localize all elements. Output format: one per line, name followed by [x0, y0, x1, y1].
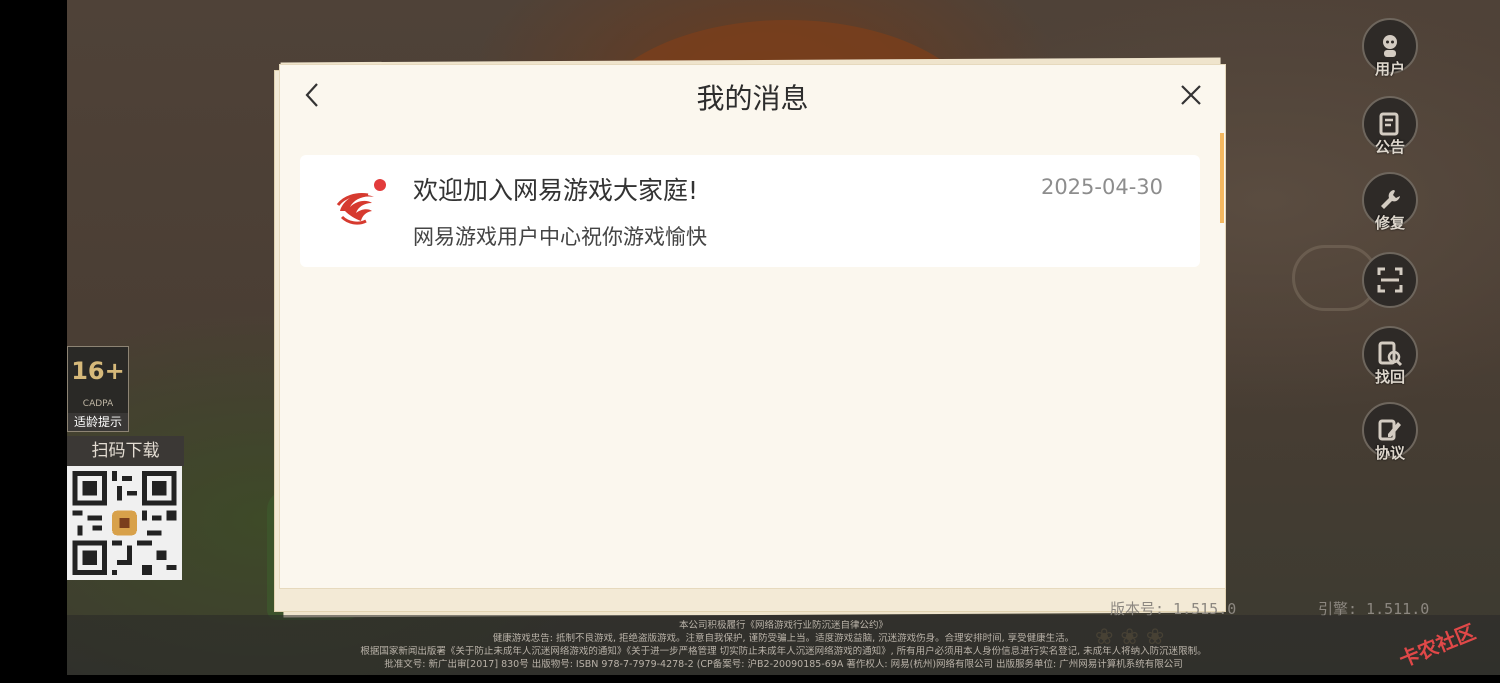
age-rating-tip: 适龄提示 [68, 413, 128, 431]
side-button-announcement[interactable]: 公告 [1362, 96, 1418, 158]
message-title: 欢迎加入网易游戏大家庭! [413, 176, 699, 205]
side-button-label: 用户 [1374, 60, 1405, 78]
legal-line: 批准文号: 新广出审[2017] 830号 出版物号: ISBN 978-7-7… [384, 659, 1183, 670]
dialog-header: 我的消息 [280, 65, 1225, 125]
side-button-label: 修复 [1374, 214, 1405, 232]
side-button-user[interactable]: 用户 [1362, 18, 1418, 80]
legal-line: 本公司积极履行《网络游戏行业防沉迷自律公约》 [678, 620, 888, 631]
qr-download-title: 扫码下载 [67, 436, 184, 466]
side-button-agreement[interactable]: 协议 [1362, 402, 1418, 464]
age-rating-org: CADPA [82, 399, 114, 409]
message-list-item[interactable]: 欢迎加入网易游戏大家庭! 2025-04-30 网易游戏用户中心祝你游戏愉快 [300, 155, 1200, 267]
message-date: 2025-04-30 [1040, 175, 1163, 199]
message-body: 网易游戏用户中心祝你游戏愉快 [413, 225, 707, 249]
side-button-scan[interactable] [1362, 252, 1418, 314]
age-rating-badge[interactable]: 16+ CADPA 适龄提示 [67, 346, 129, 432]
side-button-label: 找回 [1374, 368, 1405, 386]
close-button[interactable] [1176, 79, 1206, 111]
left-black-bar [0, 0, 67, 675]
dialog-title: 我的消息 [696, 82, 809, 115]
scan-icon [1362, 252, 1418, 308]
close-icon [1181, 85, 1201, 105]
side-button-recover[interactable]: 找回 [1362, 326, 1418, 388]
legal-notice-area: 本公司积极履行《网络游戏行业防沉迷自律公约》 健康游戏忠告: 抵制不良游戏, 拒… [67, 615, 1500, 675]
age-rating-number: 16+ [71, 357, 125, 385]
side-button-label: 公告 [1374, 138, 1405, 156]
side-button-repair[interactable]: 修复 [1362, 172, 1418, 234]
legal-line: 健康游戏忠告: 抵制不良游戏, 拒绝盗版游戏。注意自我保护, 谨防受骗上当。适度… [492, 633, 1075, 644]
qr-code-image [67, 466, 182, 580]
messages-dialog: 我的消息 欢迎加入网易游戏大家庭! 2025-04-30 网易游戏用户中心祝你游… [279, 64, 1226, 650]
dialog-edge-accent [1220, 133, 1224, 223]
side-button-label: 协议 [1374, 444, 1405, 462]
legal-line: 根据国家新闻出版署《关于防止未成年人沉迷网络游戏的通知》《关于进一步严格管理 切… [360, 646, 1207, 657]
netease-logo-icon [330, 175, 390, 235]
